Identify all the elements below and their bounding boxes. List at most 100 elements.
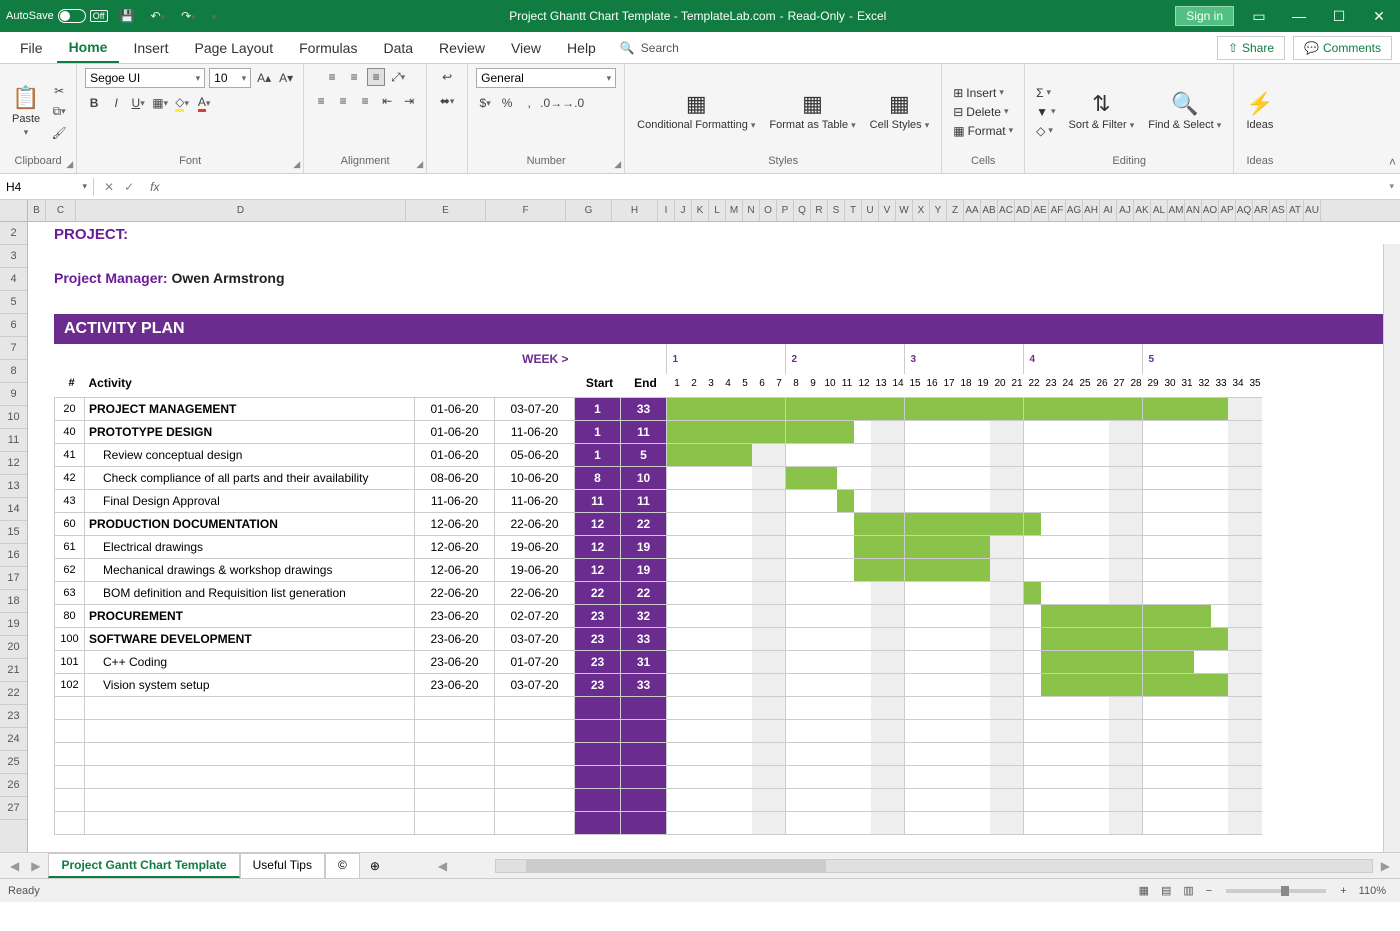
row-header[interactable]: 3 — [0, 245, 27, 268]
row-header[interactable]: 8 — [0, 360, 27, 383]
column-header[interactable]: T — [845, 200, 862, 221]
column-header[interactable]: AN — [1185, 200, 1202, 221]
comma-icon[interactable]: , — [520, 94, 538, 112]
table-row[interactable]: 41Review conceptual design01-06-2005-06-… — [55, 443, 1262, 466]
format-cells-button[interactable]: ▦ Format ▾ — [950, 123, 1016, 139]
row-header[interactable]: 18 — [0, 590, 27, 613]
share-button[interactable]: ⇧ Share — [1217, 36, 1285, 60]
orientation-icon[interactable]: ⤢▾ — [389, 68, 407, 86]
italic-icon[interactable]: I — [107, 94, 125, 112]
column-header[interactable]: AG — [1066, 200, 1083, 221]
formula-input[interactable] — [165, 185, 1383, 189]
column-header[interactable]: J — [675, 200, 692, 221]
column-header[interactable]: G — [566, 200, 612, 221]
save-icon[interactable]: 💾 — [116, 9, 139, 23]
row-header[interactable]: 15 — [0, 521, 27, 544]
column-header[interactable]: AP — [1219, 200, 1236, 221]
zoom-out-icon[interactable]: − — [1200, 885, 1218, 897]
row-header[interactable]: 11 — [0, 429, 27, 452]
row-headers[interactable]: 2345678910111213141516171819202122232425… — [0, 222, 28, 852]
table-row[interactable]: 42Check compliance of all parts and thei… — [55, 466, 1262, 489]
column-header[interactable]: AA — [964, 200, 981, 221]
select-all-corner[interactable] — [0, 200, 28, 222]
page-layout-view-icon[interactable]: ▤ — [1155, 884, 1177, 897]
table-row[interactable] — [55, 765, 1262, 788]
table-row[interactable] — [55, 788, 1262, 811]
row-header[interactable]: 21 — [0, 659, 27, 682]
vertical-scrollbar[interactable] — [1383, 244, 1400, 852]
align-bottom-icon[interactable]: ≡ — [367, 68, 385, 86]
cancel-formula-icon[interactable]: ✕ — [104, 180, 114, 194]
table-row[interactable] — [55, 696, 1262, 719]
column-header[interactable]: AK — [1134, 200, 1151, 221]
column-header[interactable]: F — [486, 200, 566, 221]
sheet-tab[interactable]: Project Gantt Chart Template — [48, 853, 239, 878]
maximize-icon[interactable]: ☐ — [1324, 8, 1354, 25]
sort-filter-button[interactable]: ⇅Sort & Filter ▾ — [1065, 89, 1139, 133]
page-break-view-icon[interactable]: ▥ — [1177, 884, 1199, 897]
ribbon-display-icon[interactable]: ▭ — [1244, 8, 1274, 25]
column-header[interactable]: AR — [1253, 200, 1270, 221]
redo-icon[interactable]: ↷▾ — [177, 9, 200, 23]
column-header[interactable]: AF — [1049, 200, 1066, 221]
number-format-dropdown[interactable]: General▾ — [476, 68, 616, 88]
merge-center-icon[interactable]: ⬌▾ — [435, 92, 459, 110]
fx-icon[interactable]: fx — [144, 180, 165, 194]
align-right-icon[interactable]: ≡ — [356, 92, 374, 110]
column-header[interactable]: Q — [794, 200, 811, 221]
column-header[interactable]: AC — [998, 200, 1015, 221]
column-header[interactable]: AE — [1032, 200, 1049, 221]
font-name-dropdown[interactable]: Segoe UI▾ — [85, 68, 205, 88]
column-header[interactable]: AU — [1304, 200, 1321, 221]
autosave-toggle[interactable]: AutoSave Off — [6, 9, 108, 23]
underline-icon[interactable]: U▾ — [129, 94, 147, 112]
tab-insert[interactable]: Insert — [121, 34, 180, 62]
ideas-button[interactable]: ⚡Ideas — [1242, 89, 1277, 133]
column-header[interactable]: Y — [930, 200, 947, 221]
gantt-table[interactable]: WEEK >12345#ActivityStartEnd123456789101… — [54, 344, 1262, 835]
name-box[interactable]: H4▾ — [0, 178, 94, 196]
minimize-icon[interactable]: — — [1284, 8, 1314, 24]
find-select-button[interactable]: 🔍Find & Select ▾ — [1144, 89, 1225, 133]
clear-button[interactable]: ◇▾ — [1033, 123, 1058, 139]
align-center-icon[interactable]: ≡ — [334, 92, 352, 110]
conditional-formatting-button[interactable]: ▦Conditional Formatting ▾ — [633, 89, 759, 133]
copy-icon[interactable]: ⧉▾ — [50, 103, 68, 121]
table-row[interactable] — [55, 719, 1262, 742]
grow-font-icon[interactable]: A▴ — [255, 69, 273, 87]
column-header[interactable]: AQ — [1236, 200, 1253, 221]
increase-decimal-icon[interactable]: .0→ — [542, 94, 560, 112]
clipboard-launcher-icon[interactable]: ◢ — [66, 159, 73, 170]
cut-icon[interactable]: ✂ — [50, 82, 68, 100]
row-header[interactable]: 12 — [0, 452, 27, 475]
autosum-button[interactable]: Σ▾ — [1033, 85, 1058, 101]
qat-customize-icon[interactable]: ▾ — [208, 9, 221, 23]
tab-home[interactable]: Home — [57, 33, 120, 63]
zoom-level[interactable]: 110% — [1353, 885, 1392, 897]
normal-view-icon[interactable]: ▦ — [1133, 884, 1155, 897]
column-header[interactable]: AJ — [1117, 200, 1134, 221]
column-header[interactable]: V — [879, 200, 896, 221]
table-row[interactable]: 101C++ Coding23-06-2001-07-202331 — [55, 650, 1262, 673]
table-row[interactable]: 60PRODUCTION DOCUMENTATION12-06-2022-06-… — [55, 512, 1262, 535]
tab-help[interactable]: Help — [555, 34, 608, 62]
column-header[interactable]: AS — [1270, 200, 1287, 221]
table-row[interactable]: 40PROTOTYPE DESIGN01-06-2011-06-20111 — [55, 420, 1262, 443]
align-top-icon[interactable]: ≡ — [323, 68, 341, 86]
fill-button[interactable]: ▼▾ — [1033, 104, 1058, 120]
column-header[interactable]: N — [743, 200, 760, 221]
column-header[interactable]: Z — [947, 200, 964, 221]
column-header[interactable]: X — [913, 200, 930, 221]
tab-data[interactable]: Data — [371, 34, 425, 62]
comments-button[interactable]: 💬 Comments — [1293, 36, 1392, 60]
row-header[interactable]: 23 — [0, 705, 27, 728]
number-launcher-icon[interactable]: ◢ — [614, 159, 621, 170]
row-header[interactable]: 7 — [0, 337, 27, 360]
column-header[interactable]: H — [612, 200, 658, 221]
row-header[interactable]: 20 — [0, 636, 27, 659]
column-header[interactable]: R — [811, 200, 828, 221]
row-header[interactable]: 10 — [0, 406, 27, 429]
table-row[interactable]: 20PROJECT MANAGEMENT01-06-2003-07-20133 — [55, 397, 1262, 420]
column-header[interactable]: S — [828, 200, 845, 221]
align-left-icon[interactable]: ≡ — [312, 92, 330, 110]
